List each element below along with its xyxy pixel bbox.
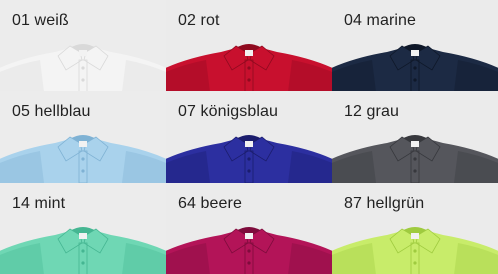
color-label: 64 beere: [178, 195, 242, 212]
color-swatch[interactable]: 05 hellblau: [0, 91, 166, 183]
color-label: 04 marine: [344, 12, 417, 29]
color-swatch[interactable]: 02 rot: [166, 0, 332, 91]
color-label: 02 rot: [178, 12, 220, 29]
color-label: 12 grau: [344, 103, 399, 120]
color-label: 14 mint: [12, 195, 66, 212]
color-label: 07 königsblau: [178, 103, 279, 120]
color-label: 05 hellblau: [12, 103, 91, 120]
color-swatch[interactable]: 14 mint: [0, 183, 166, 274]
color-swatch[interactable]: 04 marine: [332, 0, 498, 91]
color-swatch[interactable]: 07 königsblau: [166, 91, 332, 183]
color-swatch[interactable]: 12 grau: [332, 91, 498, 183]
color-swatch-grid: 01 weiß 02 rot 04 marine 05 hellblau 07 köni…: [0, 0, 498, 274]
color-swatch[interactable]: 87 hellgrün: [332, 183, 498, 274]
color-swatch[interactable]: 64 beere: [166, 183, 332, 274]
color-label: 87 hellgrün: [344, 195, 425, 212]
color-label: 01 weiß: [12, 12, 69, 29]
color-swatch[interactable]: 01 weiß: [0, 0, 166, 91]
